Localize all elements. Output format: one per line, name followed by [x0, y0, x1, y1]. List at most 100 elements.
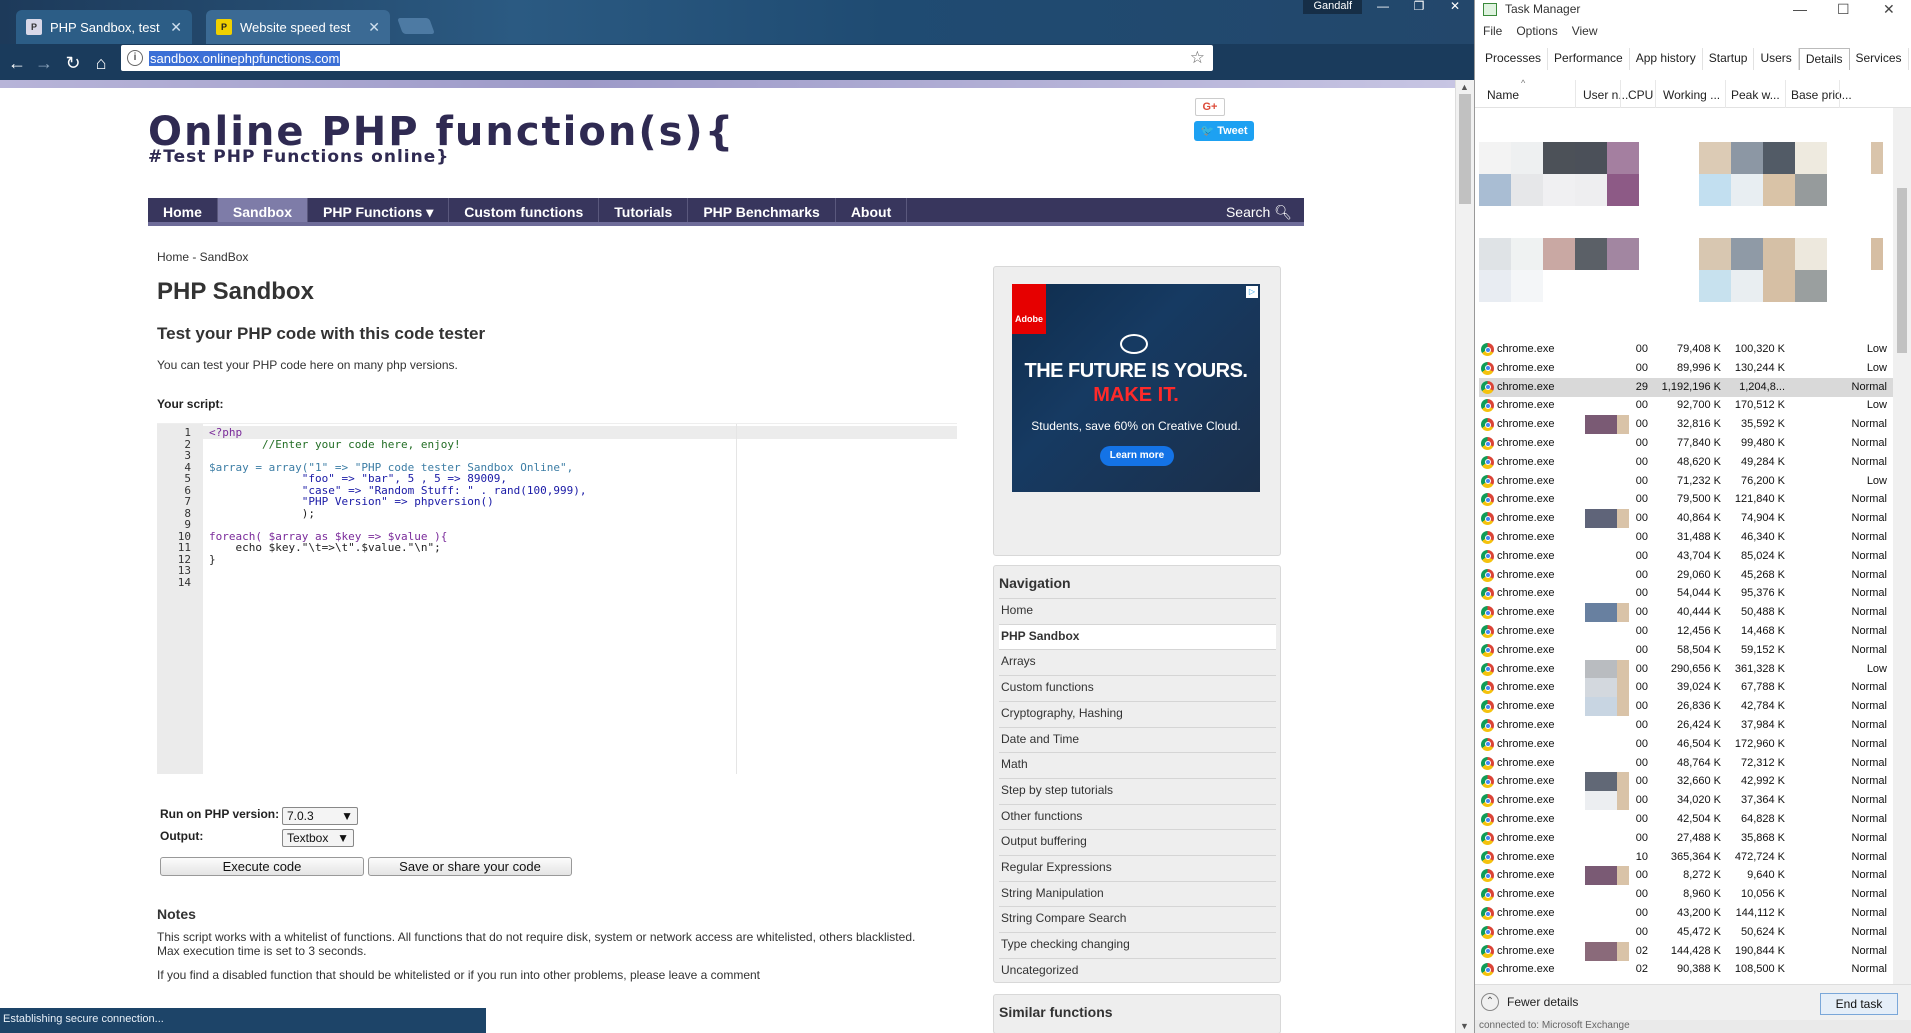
adobe-advertisement[interactable]: Adobe ▷ THE FUTURE IS YOURS. MAKE IT. St…: [1012, 284, 1260, 492]
nav-sandbox[interactable]: Sandbox: [217, 198, 309, 222]
process-row[interactable]: chrome.exe 00 26,836 K 42,784 K Normal: [1479, 697, 1894, 717]
minimize-icon[interactable]: —: [1370, 0, 1396, 14]
process-row[interactable]: chrome.exe 00 48,764 K 72,312 K Normal: [1479, 754, 1894, 773]
sidebar-nav-link[interactable]: Type checking changing: [999, 932, 1276, 957]
process-row[interactable]: chrome.exe 02 90,388 K 108,500 K Normal: [1479, 960, 1894, 979]
process-row[interactable]: chrome.exe 00 46,504 K 172,960 K Normal: [1479, 735, 1894, 754]
process-row[interactable]: chrome.exe 00 40,864 K 74,904 K Normal: [1479, 509, 1894, 529]
details-scrollbar[interactable]: [1893, 108, 1911, 988]
code-editor[interactable]: 1 2 3 4 5 6 7 8 9 10 11 12 13 14 <?php //Enter your c…: [157, 423, 957, 774]
process-row[interactable]: chrome.exe 00 34,020 K 37,364 K Normal: [1479, 791, 1894, 811]
site-logo[interactable]: Online PHP function(s){: [148, 112, 735, 152]
home-icon[interactable]: ⌂: [90, 52, 112, 74]
column-divider[interactable]: [1785, 80, 1786, 108]
process-row[interactable]: chrome.exe 00 32,660 K 42,992 K Normal: [1479, 772, 1894, 792]
scroll-up-icon[interactable]: ▲: [1460, 82, 1469, 92]
sidebar-nav-link[interactable]: Date and Time: [999, 726, 1276, 752]
column-divider[interactable]: [1839, 80, 1840, 108]
process-row[interactable]: chrome.exe 00 29,060 K 45,268 K Normal: [1479, 566, 1894, 585]
scroll-down-icon[interactable]: ▼: [1460, 1021, 1469, 1031]
col-name[interactable]: Name: [1487, 88, 1519, 102]
page-scrollbar[interactable]: ▲ ▼: [1455, 80, 1474, 1033]
sidebar-nav-link[interactable]: Regular Expressions: [999, 855, 1276, 880]
profile-chip[interactable]: Gandalf: [1303, 0, 1362, 14]
process-row[interactable]: chrome.exe 29 1,192,196 K 1,204,8... Normal: [1479, 377, 1894, 397]
col-user-name[interactable]: User n...: [1583, 88, 1628, 102]
nav-search[interactable]: Search 🔍︎: [1214, 198, 1304, 222]
breadcrumb[interactable]: Home - SandBox: [157, 250, 248, 264]
process-row[interactable]: chrome.exe 00 79,408 K 100,320 K Low: [1479, 340, 1894, 359]
nav-home[interactable]: Home: [148, 198, 218, 222]
process-row[interactable]: chrome.exe 00 40,444 K 50,488 K Normal: [1479, 603, 1894, 623]
new-tab-button[interactable]: [397, 18, 435, 34]
process-row[interactable]: chrome.exe 00 31,488 K 46,340 K Normal: [1479, 528, 1894, 547]
tab-services[interactable]: Services: [1850, 48, 1909, 70]
tweet-button[interactable]: 🐦 Tweet: [1194, 121, 1254, 141]
column-divider[interactable]: [1575, 80, 1576, 108]
address-bar[interactable]: i sandbox.onlinephpfunctions.com ☆: [121, 45, 1213, 71]
close-tab-icon[interactable]: ✕: [170, 19, 182, 36]
site-info-icon[interactable]: i: [127, 50, 143, 66]
sidebar-nav-link[interactable]: Custom functions: [999, 675, 1276, 700]
process-row[interactable]: chrome.exe 00 92,700 K 170,512 K Low: [1479, 396, 1894, 415]
process-row[interactable]: chrome.exe 00 8,272 K 9,640 K Normal: [1479, 866, 1894, 886]
process-row[interactable]: chrome.exe 00 26,424 K 37,984 K Normal: [1479, 716, 1894, 735]
process-row[interactable]: chrome.exe 00 32,816 K 35,592 K Normal: [1479, 415, 1894, 435]
minimize-icon[interactable]: —: [1793, 1, 1807, 17]
process-row[interactable]: chrome.exe 00 27,488 K 35,868 K Normal: [1479, 829, 1894, 848]
sidebar-nav-link[interactable]: Other functions: [999, 803, 1276, 829]
tab-php-sandbox[interactable]: P PHP Sandbox, test PHP c ✕: [16, 10, 192, 44]
process-row[interactable]: chrome.exe 00 12,456 K 14,468 K Normal: [1479, 622, 1894, 641]
process-row[interactable]: chrome.exe 00 79,500 K 121,840 K Normal: [1479, 490, 1894, 509]
share-code-button[interactable]: Save or share your code: [368, 857, 572, 876]
end-task-button[interactable]: End task: [1820, 993, 1898, 1015]
sidebar-nav-link[interactable]: Cryptography, Hashing: [999, 700, 1276, 726]
col-peak-working-set[interactable]: Peak w...: [1731, 88, 1780, 102]
process-row[interactable]: chrome.exe 00 43,704 K 85,024 K Normal: [1479, 547, 1894, 566]
nav-custom-functions[interactable]: Custom functions: [449, 198, 600, 222]
process-row[interactable]: chrome.exe 00 39,024 K 67,788 K Normal: [1479, 678, 1894, 698]
close-window-icon[interactable]: ✕: [1883, 1, 1895, 18]
process-row[interactable]: chrome.exe 00 54,044 K 95,376 K Normal: [1479, 584, 1894, 603]
menu-view[interactable]: View: [1572, 24, 1598, 42]
sidebar-nav-link[interactable]: Step by step tutorials: [999, 777, 1276, 803]
process-row[interactable]: chrome.exe 00 89,996 K 130,244 K Low: [1479, 359, 1894, 378]
code-line[interactable]: echo $key."\t=>\t".$value."\n";: [209, 541, 440, 554]
url-text[interactable]: sandbox.onlinephpfunctions.com: [149, 50, 341, 66]
column-divider[interactable]: [1655, 80, 1656, 108]
sidebar-nav-link[interactable]: Home: [999, 598, 1276, 623]
menu-options[interactable]: Options: [1516, 24, 1557, 42]
sidebar-nav-link[interactable]: Output buffering: [999, 829, 1276, 854]
back-arrow-icon[interactable]: ←: [6, 52, 28, 74]
maximize-icon[interactable]: ❐: [1406, 0, 1432, 14]
col-working-set[interactable]: Working ...: [1663, 88, 1720, 102]
process-row[interactable]: chrome.exe 00 43,200 K 144,112 K Normal: [1479, 904, 1894, 923]
nav-about[interactable]: About: [836, 198, 908, 222]
sidebar-nav-link[interactable]: String Manipulation: [999, 880, 1276, 906]
close-tab-icon[interactable]: ✕: [368, 19, 380, 36]
process-row[interactable]: chrome.exe 00 8,960 K 10,056 K Normal: [1479, 885, 1894, 904]
php-version-select[interactable]: 7.0.3 ▼: [282, 807, 358, 825]
ad-learn-more-button[interactable]: Learn more: [1100, 446, 1174, 466]
maximize-icon[interactable]: ☐: [1837, 1, 1850, 18]
scrollbar-thumb[interactable]: [1459, 94, 1471, 204]
nav-php-functions[interactable]: PHP Functions ▾: [308, 198, 450, 222]
tab-startup[interactable]: Startup: [1703, 48, 1755, 70]
process-row[interactable]: chrome.exe 00 77,840 K 99,480 K Normal: [1479, 434, 1894, 453]
tab-performance[interactable]: Performance: [1548, 48, 1630, 70]
nav-tutorials[interactable]: Tutorials: [599, 198, 689, 222]
tab-users[interactable]: Users: [1754, 48, 1799, 70]
column-divider[interactable]: [1725, 80, 1726, 108]
tab-details[interactable]: Details: [1798, 48, 1850, 70]
close-window-icon[interactable]: ✕: [1442, 0, 1468, 14]
col-base-priority[interactable]: Base prio...: [1791, 88, 1852, 102]
tab-website-speed-test[interactable]: P Website speed test ✕: [206, 10, 390, 44]
process-row[interactable]: chrome.exe 10 365,364 K 472,724 K Normal: [1479, 848, 1894, 867]
process-row[interactable]: chrome.exe 00 290,656 K 361,328 K Low: [1479, 659, 1894, 679]
tab-processes[interactable]: Processes: [1479, 48, 1549, 70]
code-line[interactable]: //Enter your code here, enjoy!: [209, 438, 461, 451]
sidebar-nav-link[interactable]: Math: [999, 752, 1276, 777]
sidebar-nav-link[interactable]: Uncategorized: [999, 957, 1276, 983]
process-row[interactable]: chrome.exe 02 144,428 K 190,844 K Normal: [1479, 941, 1894, 961]
google-plus-button[interactable]: G+: [1195, 98, 1225, 116]
